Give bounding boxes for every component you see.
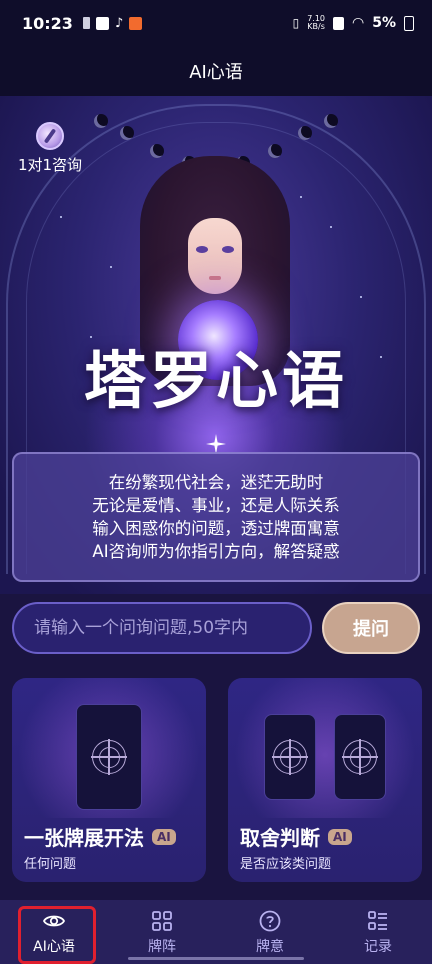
status-bar: 10:23 ♪ ▯ 7.10 KB/s ◠ 5% (0, 0, 432, 46)
active-tab-highlight (18, 906, 96, 964)
spread-subtitle: 任何问题 (24, 857, 77, 872)
mail-icon (95, 16, 109, 30)
star (110, 266, 112, 268)
card-glow (228, 678, 422, 818)
compass-emblem-icon (342, 739, 378, 775)
status-time: 10:23 (22, 13, 73, 33)
nav-label: 牌阵 (148, 938, 176, 955)
nav-item-spreads[interactable]: 牌阵 (108, 900, 216, 964)
star (330, 226, 332, 228)
single-card-spread[interactable]: 一张牌展开法 AI 任何问题 (12, 678, 206, 882)
tarot-card-back (334, 714, 386, 800)
nav-label: 记录 (364, 938, 392, 955)
moon-icon (298, 126, 312, 140)
one-on-one-consult-button[interactable]: 1对1咨询 (14, 122, 86, 175)
question-circle-icon (259, 910, 281, 931)
spread-title: 取舍判断 AI (240, 822, 352, 851)
ai-badge: AI (328, 828, 352, 845)
notification-icons: ♪ (82, 15, 143, 31)
ai-badge: AI (152, 828, 176, 845)
description-line: 输入困惑你的问题，透过牌面寓意 (92, 519, 340, 538)
consult-avatar-icon (36, 122, 64, 150)
battery-icon (404, 15, 414, 31)
nav-item-card-meanings[interactable]: 牌意 (216, 900, 324, 964)
spread-title-text: 取舍判断 (240, 826, 320, 850)
description-line: 在纷繁现代社会，迷茫无助时 (108, 473, 324, 492)
eye-left (196, 246, 208, 253)
lips (209, 276, 221, 280)
net-speed: 7.10 KB/s (307, 14, 325, 31)
hero-title: 塔罗心语 (83, 344, 348, 417)
description-panel: 在纷繁现代社会，迷茫无助时 无论是爱情、事业，还是人际关系 输入困惑你的问题，透… (12, 452, 420, 582)
tiktok-icon: ♪ (114, 15, 124, 31)
spread-title: 一张牌展开法 AI (24, 822, 176, 851)
vibrate-icon: ▯ (292, 16, 300, 30)
grid-icon (152, 910, 172, 931)
wifi-icon: ◠ (352, 15, 365, 31)
page-title-bar: AI心语 (0, 46, 432, 96)
spread-title-text: 一张牌展开法 (24, 826, 144, 850)
star (60, 216, 62, 218)
eye-right (222, 246, 234, 253)
nav-label: 牌意 (256, 938, 284, 955)
app-notification-icon (129, 16, 143, 30)
moon-icon (94, 114, 108, 128)
tarot-card-back (264, 714, 316, 800)
tarot-card-back (76, 704, 142, 810)
moon-icon (120, 126, 134, 140)
compass-emblem-icon (272, 739, 308, 775)
home-indicator[interactable] (128, 957, 304, 960)
battery-percent: 5% (372, 15, 396, 31)
list-icon (368, 910, 387, 930)
question-input[interactable] (12, 602, 312, 654)
page-title: AI心语 (189, 62, 243, 83)
choice-judgment-spread[interactable]: 取舍判断 AI 是否应该类问题 (228, 678, 422, 882)
nav-item-records[interactable]: 记录 (324, 900, 432, 964)
moon-icon (324, 114, 338, 128)
ask-button[interactable]: 提问 (322, 602, 420, 654)
consult-label: 1对1咨询 (17, 156, 83, 174)
description-line: 无论是爱情、事业，还是人际关系 (92, 496, 340, 515)
star (360, 296, 362, 298)
description-line: AI咨询师为你指引方向，解答疑惑 (92, 542, 340, 561)
ask-row: 提问 (12, 602, 420, 654)
status-right: ▯ 7.10 KB/s ◠ 5% (293, 15, 414, 31)
nfc-icon (333, 16, 344, 30)
spread-subtitle: 是否应该类问题 (240, 857, 332, 872)
face (188, 218, 242, 294)
hero-banner: 1对1咨询 塔罗心语 在纷繁现代社会，迷茫无助时 无论是爱情、事业，还是人际关系… (0, 96, 432, 594)
sim-icon (82, 17, 90, 29)
compass-emblem-icon (91, 739, 127, 775)
star (300, 196, 302, 198)
